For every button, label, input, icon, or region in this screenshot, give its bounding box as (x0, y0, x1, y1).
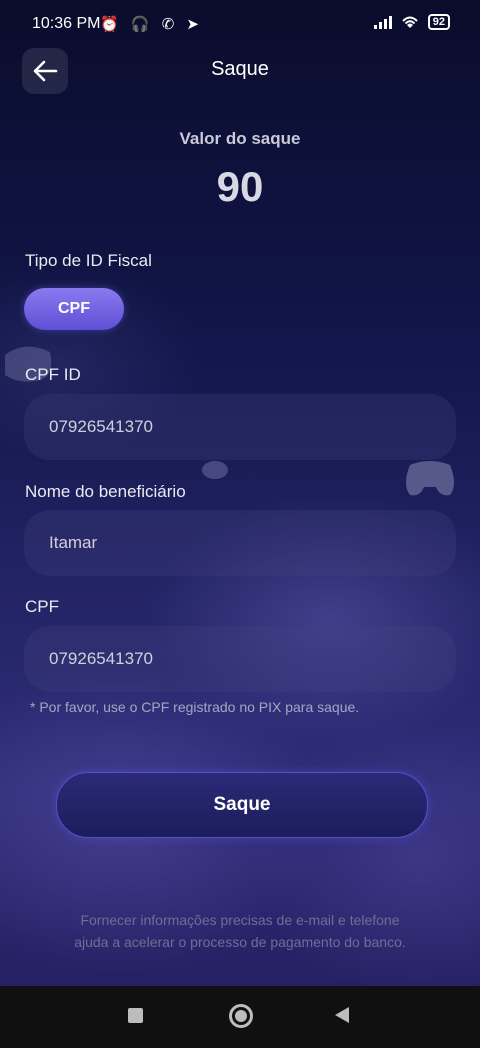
recent-apps-button[interactable] (128, 1008, 143, 1023)
wifi-icon (402, 16, 418, 28)
system-status-icons: 92 (373, 14, 450, 30)
beneficiary-label: Nome do beneficiário (25, 482, 186, 501)
amount-label: Valor do saque (179, 129, 301, 148)
status-bar: 10:36 PM ⏰ 🎧 ✆ ➤ 92 (0, 0, 480, 50)
home-button[interactable] (229, 1004, 253, 1028)
android-nav-bar (0, 986, 480, 1048)
cpf-id-label: CPF ID (25, 365, 81, 384)
footer-info: Fornecer informações precisas de e-mail … (0, 909, 480, 953)
controller-decoration-icon (406, 461, 454, 496)
tax-id-option-cpf[interactable]: CPF (24, 288, 124, 330)
system-back-button[interactable] (335, 1007, 349, 1023)
beneficiary-input[interactable]: Itamar (24, 510, 456, 576)
notification-icons: ⏰ 🎧 ✆ ➤ (100, 16, 203, 33)
tax-id-type-label: Tipo de ID Fiscal (25, 251, 152, 270)
withdraw-submit-button[interactable]: Saque (56, 772, 428, 838)
cpf-note: * Por favor, use o CPF registrado no PIX… (30, 699, 360, 715)
cpf-id-input[interactable]: 07926541370 (24, 394, 456, 460)
page-title: Saque (211, 58, 269, 80)
cpf-input[interactable]: 07926541370 (24, 626, 456, 692)
footer-line-1: Fornecer informações precisas de e-mail … (80, 912, 400, 928)
battery-icon: 92 (427, 14, 450, 30)
amount-value: 90 (216, 163, 264, 210)
withdraw-screen: 10:36 PM ⏰ 🎧 ✆ ➤ 92 Saque Valor do saque… (0, 0, 480, 986)
cpf-label: CPF (25, 597, 59, 616)
status-time: 10:36 PM (32, 15, 101, 32)
footer-line-2: ajuda a acelerar o processo de pagamento… (74, 934, 406, 950)
signal-icon (373, 15, 392, 29)
